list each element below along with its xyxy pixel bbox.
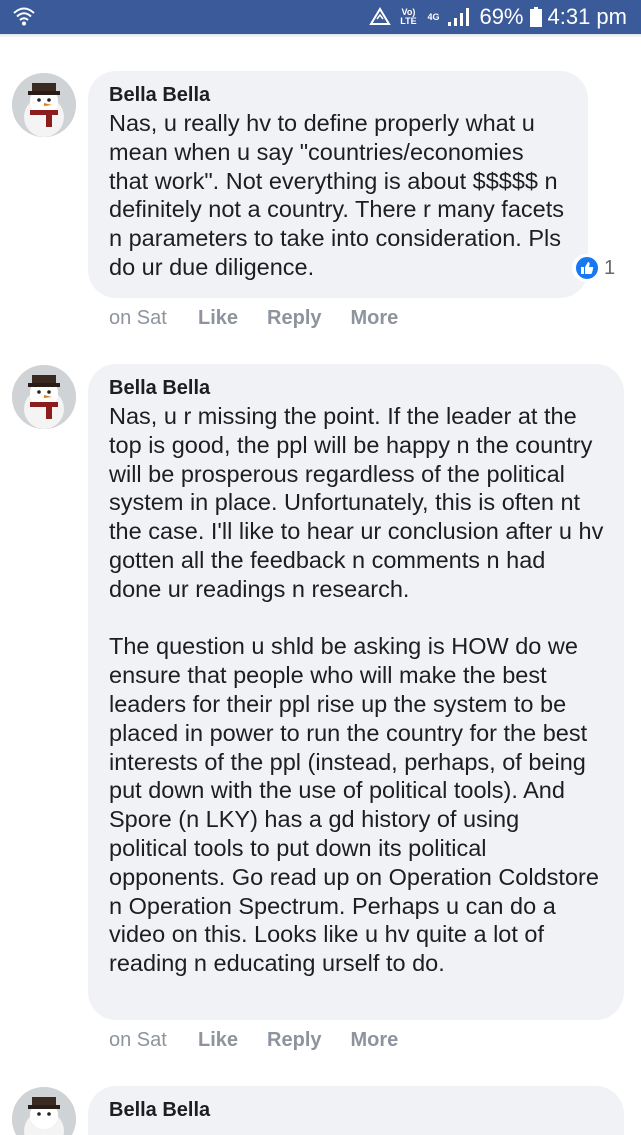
wifi-icon	[13, 7, 35, 26]
comment-author[interactable]: Bella Bella	[109, 1098, 604, 1122]
like-button[interactable]: Like	[198, 307, 238, 330]
clock: 4:31 pm	[547, 4, 628, 29]
more-button[interactable]: More	[351, 1029, 399, 1052]
comment-actions: on Sat Like Reply More	[109, 1029, 427, 1052]
like-reaction-icon	[574, 255, 600, 281]
volte-indicator: Vo) LTE	[400, 7, 417, 26]
status-bar: Vo) LTE 4G 69% 4:31 pm	[0, 0, 641, 34]
snowman-avatar-icon	[12, 73, 76, 137]
battery-percent: 69%	[479, 4, 524, 29]
battery-icon	[529, 7, 542, 27]
comment-text: Nas, u r missing the point. If the leade…	[109, 403, 604, 977]
comment-actions: on Sat Like Reply More	[109, 307, 427, 330]
reaction-count: 1	[604, 256, 616, 279]
more-button[interactable]: More	[351, 307, 399, 330]
reply-button[interactable]: Reply	[267, 307, 321, 330]
avatar[interactable]	[12, 1087, 76, 1135]
signal-icon	[448, 8, 470, 26]
snowman-avatar-icon	[12, 1087, 76, 1135]
comment-bubble: Bella Bella Nas, u really hv to define p…	[88, 71, 588, 298]
reply-button[interactable]: Reply	[267, 1029, 321, 1052]
snowman-avatar-icon	[12, 365, 76, 429]
header-divider	[0, 34, 641, 38]
like-button[interactable]: Like	[198, 1029, 238, 1052]
comment-timestamp[interactable]: on Sat	[109, 1029, 198, 1052]
comment-bubble: Bella Bella Nas, u r missing the point. …	[88, 364, 624, 1020]
comment-bubble: Bella Bella	[88, 1086, 624, 1135]
avatar[interactable]	[12, 73, 76, 137]
reaction-summary[interactable]: 1	[572, 254, 622, 282]
comment-timestamp[interactable]: on Sat	[109, 307, 198, 330]
comment-text: Nas, u really hv to define properly what…	[109, 110, 571, 280]
avatar[interactable]	[12, 365, 76, 429]
network-type: 4G	[427, 11, 440, 22]
comment-author[interactable]: Bella Bella	[109, 376, 604, 400]
data-saver-icon	[369, 7, 392, 25]
comment-author[interactable]: Bella Bella	[109, 83, 568, 107]
